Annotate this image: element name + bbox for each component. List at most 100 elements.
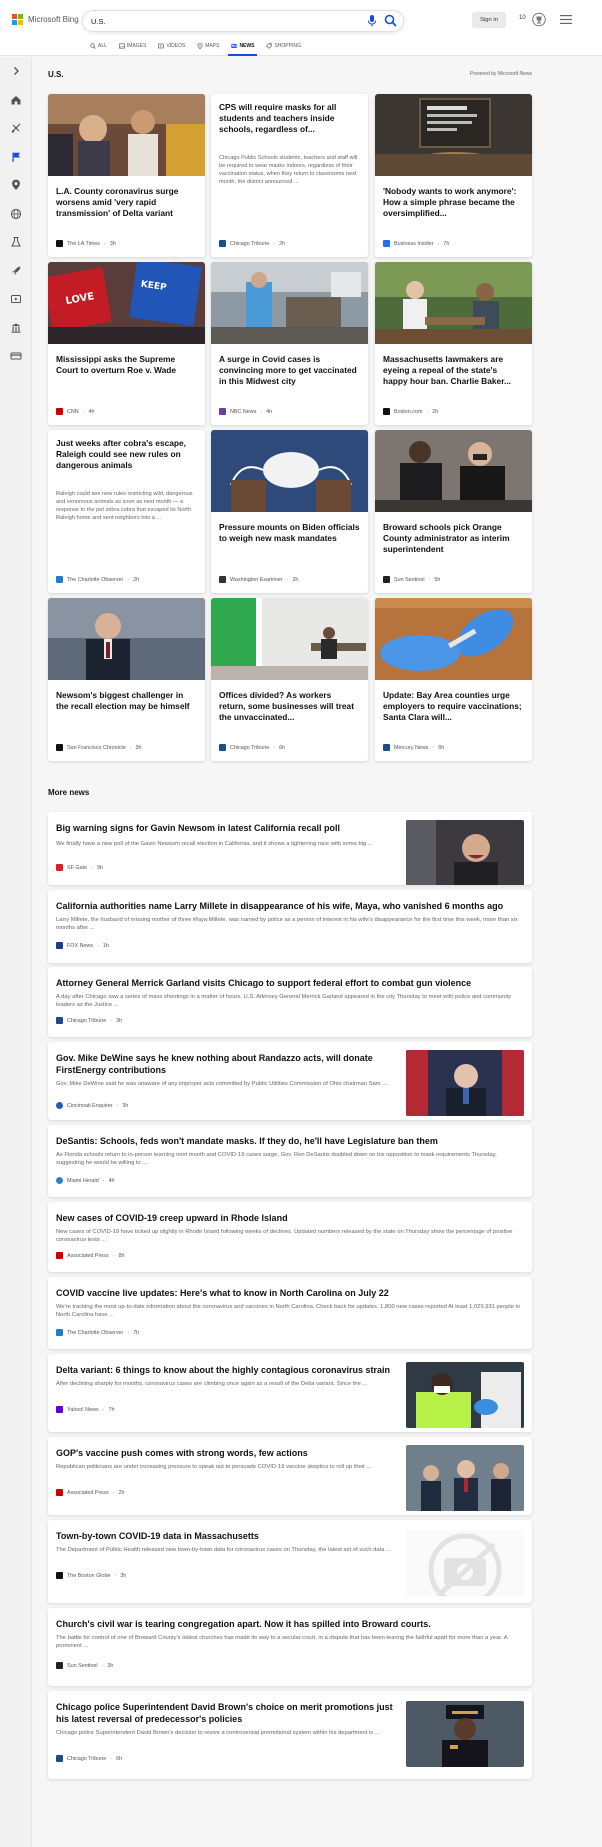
- hamburger-menu-icon[interactable]: [560, 15, 572, 24]
- news-card[interactable]: Newsom's biggest challenger in the recal…: [48, 598, 205, 761]
- news-snippet: As Florida schools return to in-person l…: [56, 1152, 497, 1166]
- rewards-trophy-icon[interactable]: [532, 12, 546, 27]
- news-card[interactable]: Pressure mounts on Biden officials to we…: [211, 430, 368, 593]
- news-headline[interactable]: Just weeks after cobra's escape, Raleigh…: [56, 438, 197, 471]
- map-pin-icon: [197, 43, 203, 49]
- location-pin-icon[interactable]: [10, 179, 22, 191]
- news-headline[interactable]: Pressure mounts on Biden officials to we…: [219, 522, 360, 544]
- news-headline[interactable]: California authorities name Larry Millet…: [56, 900, 524, 912]
- news-thumbnail: [406, 1445, 524, 1511]
- news-card[interactable]: CPS will require masks for all students …: [211, 94, 368, 257]
- source-logo-icon: [219, 744, 226, 751]
- news-source: San Francisco Chronicle: [67, 744, 126, 751]
- news-card[interactable]: Offices divided? As workers return, some…: [211, 598, 368, 761]
- bing-logo[interactable]: Microsoft Bing: [12, 14, 79, 25]
- news-thumbnail: [211, 598, 368, 680]
- news-snippet: Republican politicians are under increas…: [56, 1464, 372, 1470]
- news-time: 2h: [279, 240, 286, 247]
- powered-by-label[interactable]: Powered by Microsoft News: [470, 71, 532, 77]
- expand-chevron-icon[interactable]: [10, 65, 22, 77]
- news-headline[interactable]: Chicago police Superintendent David Brow…: [56, 1701, 396, 1725]
- top-header: Microsoft Bing Sign in 10 ALL IMAGES VID…: [0, 0, 602, 56]
- news-card[interactable]: Just weeks after cobra's escape, Raleigh…: [48, 430, 205, 593]
- tab-maps[interactable]: MAPS: [191, 40, 225, 52]
- news-headline[interactable]: COVID vaccine live updates: Here's what …: [56, 1287, 524, 1299]
- entertainment-icon[interactable]: [10, 293, 22, 305]
- flag-icon[interactable]: [10, 151, 22, 163]
- tab-shopping[interactable]: SHOPPING: [260, 40, 306, 52]
- news-headline[interactable]: Church's civil war is tearing congregati…: [56, 1618, 524, 1630]
- news-list-item[interactable]: Attorney General Merrick Garland visits …: [48, 967, 532, 1037]
- tab-images[interactable]: IMAGES: [113, 40, 152, 52]
- news-source: Sun Sentinel: [67, 1662, 98, 1669]
- news-card[interactable]: Broward schools pick Orange County admin…: [375, 430, 532, 593]
- news-source: FOX News: [67, 942, 94, 949]
- tab-all[interactable]: ALL: [84, 40, 113, 52]
- tab-news[interactable]: NEWS: [225, 40, 260, 56]
- microphone-icon[interactable]: [366, 14, 378, 28]
- news-headline[interactable]: Newsom's biggest challenger in the recal…: [56, 690, 197, 712]
- news-headline[interactable]: Delta variant: 6 things to know about th…: [56, 1364, 396, 1376]
- news-source: The Boston Globe: [67, 1572, 111, 1579]
- news-list-item[interactable]: Town-by-town COVID-19 data in Massachuse…: [48, 1520, 532, 1603]
- news-headline[interactable]: Broward schools pick Orange County admin…: [383, 522, 524, 555]
- tab-label: SHOPPING: [274, 43, 301, 49]
- news-source: CNN: [67, 408, 79, 415]
- news-list-item[interactable]: Gov. Mike DeWine says he knew nothing ab…: [48, 1042, 532, 1120]
- politics-building-icon[interactable]: [10, 322, 22, 334]
- news-headline[interactable]: Offices divided? As workers return, some…: [219, 690, 360, 723]
- money-icon[interactable]: [10, 350, 22, 362]
- news-time: 7h: [443, 240, 450, 247]
- search-icon[interactable]: [384, 14, 397, 27]
- news-headline[interactable]: Massachusetts lawmakers are eyeing a rep…: [383, 354, 524, 387]
- news-headline[interactable]: 'Nobody wants to work anymore': How a si…: [383, 186, 524, 219]
- news-source: Sun Sentinel: [394, 576, 425, 583]
- news-source: Yahoo! News: [67, 1406, 99, 1413]
- tab-videos[interactable]: VIDEOS: [152, 40, 191, 52]
- news-time: 5h: [434, 576, 441, 583]
- search-box[interactable]: [82, 10, 404, 32]
- sports-icon[interactable]: [10, 122, 22, 134]
- news-source: Associated Press: [67, 1252, 109, 1259]
- news-headline[interactable]: Big warning signs for Gavin Newsom in la…: [56, 822, 396, 834]
- news-list-item[interactable]: Chicago police Superintendent David Brow…: [48, 1691, 532, 1779]
- news-headline[interactable]: Town-by-town COVID-19 data in Massachuse…: [56, 1530, 396, 1542]
- news-card[interactable]: L.A. County coronavirus surge worsens am…: [48, 94, 205, 257]
- news-headline[interactable]: A surge in Covid cases is convincing mor…: [219, 354, 360, 387]
- news-list-item[interactable]: DeSantis: Schools, feds won't mandate ma…: [48, 1125, 532, 1197]
- news-time: 6h: [438, 744, 445, 751]
- news-headline[interactable]: New cases of COVID-19 creep upward in Rh…: [56, 1212, 524, 1224]
- news-headline[interactable]: L.A. County coronavirus surge worsens am…: [56, 186, 197, 219]
- news-headline[interactable]: Attorney General Merrick Garland visits …: [56, 977, 524, 989]
- news-card[interactable]: Update: Bay Area counties urge employers…: [375, 598, 532, 761]
- home-icon[interactable]: [10, 94, 22, 106]
- news-list-item[interactable]: Big warning signs for Gavin Newsom in la…: [48, 812, 532, 885]
- news-card[interactable]: A surge in Covid cases is convincing mor…: [211, 262, 368, 425]
- news-headline[interactable]: GOP's vaccine push comes with strong wor…: [56, 1447, 396, 1459]
- shopping-tag-icon: [266, 43, 273, 49]
- news-list-item[interactable]: GOP's vaccine push comes with strong wor…: [48, 1437, 532, 1515]
- tab-label: MAPS: [205, 43, 220, 49]
- science-icon[interactable]: [10, 236, 22, 248]
- news-list-item[interactable]: Church's civil war is tearing congregati…: [48, 1608, 532, 1686]
- search-input[interactable]: [91, 15, 321, 28]
- news-card[interactable]: Massachusetts lawmakers are eyeing a rep…: [375, 262, 532, 425]
- news-card[interactable]: 'Nobody wants to work anymore': How a si…: [375, 94, 532, 257]
- news-headline[interactable]: Update: Bay Area counties urge employers…: [383, 690, 524, 723]
- news-headline[interactable]: Gov. Mike DeWine says he knew nothing ab…: [56, 1052, 396, 1076]
- news-list-item[interactable]: California authorities name Larry Millet…: [48, 890, 532, 963]
- news-card[interactable]: LOVE KEEP Mississippi asks the Supreme Co…: [48, 262, 205, 425]
- sign-in-button[interactable]: Sign in: [472, 12, 506, 28]
- image-placeholder-icon: [406, 1530, 524, 1596]
- news-list-item[interactable]: COVID vaccine live updates: Here's what …: [48, 1277, 532, 1349]
- news-snippet: New cases of COVID-19 have ticked up sli…: [56, 1229, 513, 1243]
- news-headline[interactable]: Mississippi asks the Supreme Court to ov…: [56, 354, 197, 376]
- news-list-item[interactable]: New cases of COVID-19 creep upward in Rh…: [48, 1202, 532, 1272]
- news-headline[interactable]: CPS will require masks for all students …: [219, 102, 360, 135]
- tab-label: NEWS: [239, 43, 255, 49]
- globe-icon[interactable]: [10, 208, 22, 220]
- news-headline[interactable]: DeSantis: Schools, feds won't mandate ma…: [56, 1135, 524, 1147]
- source-logo-icon: [56, 1329, 63, 1336]
- news-list-item[interactable]: Delta variant: 6 things to know about th…: [48, 1354, 532, 1432]
- technology-rocket-icon[interactable]: [10, 265, 22, 277]
